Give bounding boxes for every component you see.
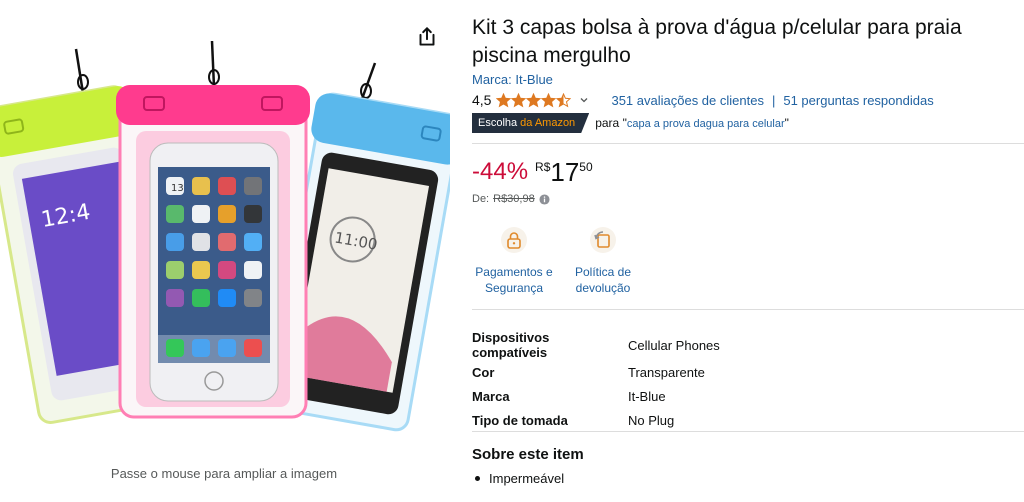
- secure-payment-icon: [501, 227, 527, 253]
- choice-for-label: para: [595, 116, 620, 130]
- price-currency: R$: [535, 160, 551, 174]
- discount-percent: -44%: [472, 158, 529, 185]
- table-row: Tipo de tomada No Plug: [472, 408, 720, 432]
- table-row: Marca It-Blue: [472, 384, 720, 408]
- feature-icons: Pagamentos e Segurança Política de devol…: [472, 226, 638, 296]
- divider: [472, 309, 1024, 310]
- spec-key: Dispositivos compatíveis: [472, 330, 550, 360]
- spec-value: It-Blue: [628, 388, 666, 404]
- image-gallery: 12:4 11:00 13 Passe o mouse para ampliar…: [0, 0, 460, 502]
- feature-return-line1: Política de: [574, 265, 632, 279]
- rating-row: 4,5 351 avaliações de clientes | 51 perg…: [472, 90, 934, 110]
- bullet-dot: [475, 476, 480, 481]
- star-icon: [526, 92, 542, 107]
- price-fraction: 50: [579, 160, 593, 174]
- star-icon: [496, 92, 512, 107]
- list-price: De: R$30,98: [472, 193, 550, 205]
- pink-pouch: 13: [116, 85, 310, 419]
- return-policy-icon: [590, 227, 616, 253]
- brand-link[interactable]: Marca: It-Blue: [472, 72, 553, 87]
- zoom-hint: Passe o mouse para ampliar a imagem: [110, 466, 338, 481]
- feature-return-policy[interactable]: Política de devolução: [568, 226, 638, 296]
- price-row: -44% R$ 17 50: [472, 158, 593, 186]
- share-icon: [419, 27, 435, 46]
- rating-value: 4,5: [472, 92, 492, 108]
- bullet-text: Impermeável: [489, 471, 565, 486]
- spec-key: Cor: [472, 364, 495, 380]
- badge-suffix: da Amazon: [520, 117, 576, 129]
- ratings-count-link[interactable]: 351 avaliações de clientes: [611, 93, 764, 108]
- list-item: Impermeável: [472, 471, 564, 486]
- divider: [472, 431, 1024, 432]
- spec-key: Marca: [472, 388, 510, 404]
- divider: [472, 143, 1024, 144]
- choice-query-link[interactable]: capa a prova dagua para celular: [627, 118, 785, 130]
- spec-value: No Plug: [628, 412, 675, 428]
- badge-prefix: Escolha: [478, 117, 518, 129]
- feature-payment-line2: Segurança: [484, 281, 544, 295]
- feature-payment-line1: Pagamentos e: [475, 265, 553, 279]
- spec-value: Transparente: [628, 364, 705, 380]
- choice-quote-close: ": [784, 116, 789, 130]
- spec-table: Dispositivos compatíveis Cellular Phones…: [472, 330, 720, 432]
- amazon-choice-badge[interactable]: Escolha da Amazon: [472, 113, 589, 133]
- feature-payment-security[interactable]: Pagamentos e Segurança: [470, 226, 558, 296]
- product-image[interactable]: 12:4 11:00 13: [0, 35, 450, 440]
- feature-return-line2: devolução: [575, 281, 631, 295]
- table-row: Dispositivos compatíveis Cellular Phones: [472, 330, 720, 360]
- about-title: Sobre este item: [472, 446, 584, 463]
- questions-link[interactable]: 51 perguntas respondidas: [783, 93, 933, 108]
- price-whole: 17: [550, 157, 580, 187]
- star-icon: [541, 92, 557, 107]
- amazon-choice-row: Escolha da Amazon para "capa a prova dag…: [472, 113, 789, 133]
- star-icon: [511, 92, 527, 107]
- svg-text:13: 13: [171, 183, 184, 194]
- choice-for-text: para "capa a prova dagua para celular": [595, 116, 789, 130]
- share-button[interactable]: [414, 24, 440, 50]
- product-title: Kit 3 capas bolsa à prova d'água p/celul…: [472, 16, 962, 67]
- separator: |: [771, 92, 776, 108]
- table-row: Cor Transparente: [472, 360, 720, 384]
- chevron-down-icon[interactable]: [579, 95, 589, 105]
- info-icon[interactable]: [539, 193, 550, 205]
- star-rating[interactable]: [496, 92, 572, 108]
- list-price-value: R$30,98: [493, 193, 535, 205]
- spec-key: Tipo de tomada: [472, 412, 568, 428]
- spec-value: Cellular Phones: [628, 337, 720, 353]
- star-icon: [556, 92, 572, 107]
- list-price-label: De:: [472, 193, 490, 205]
